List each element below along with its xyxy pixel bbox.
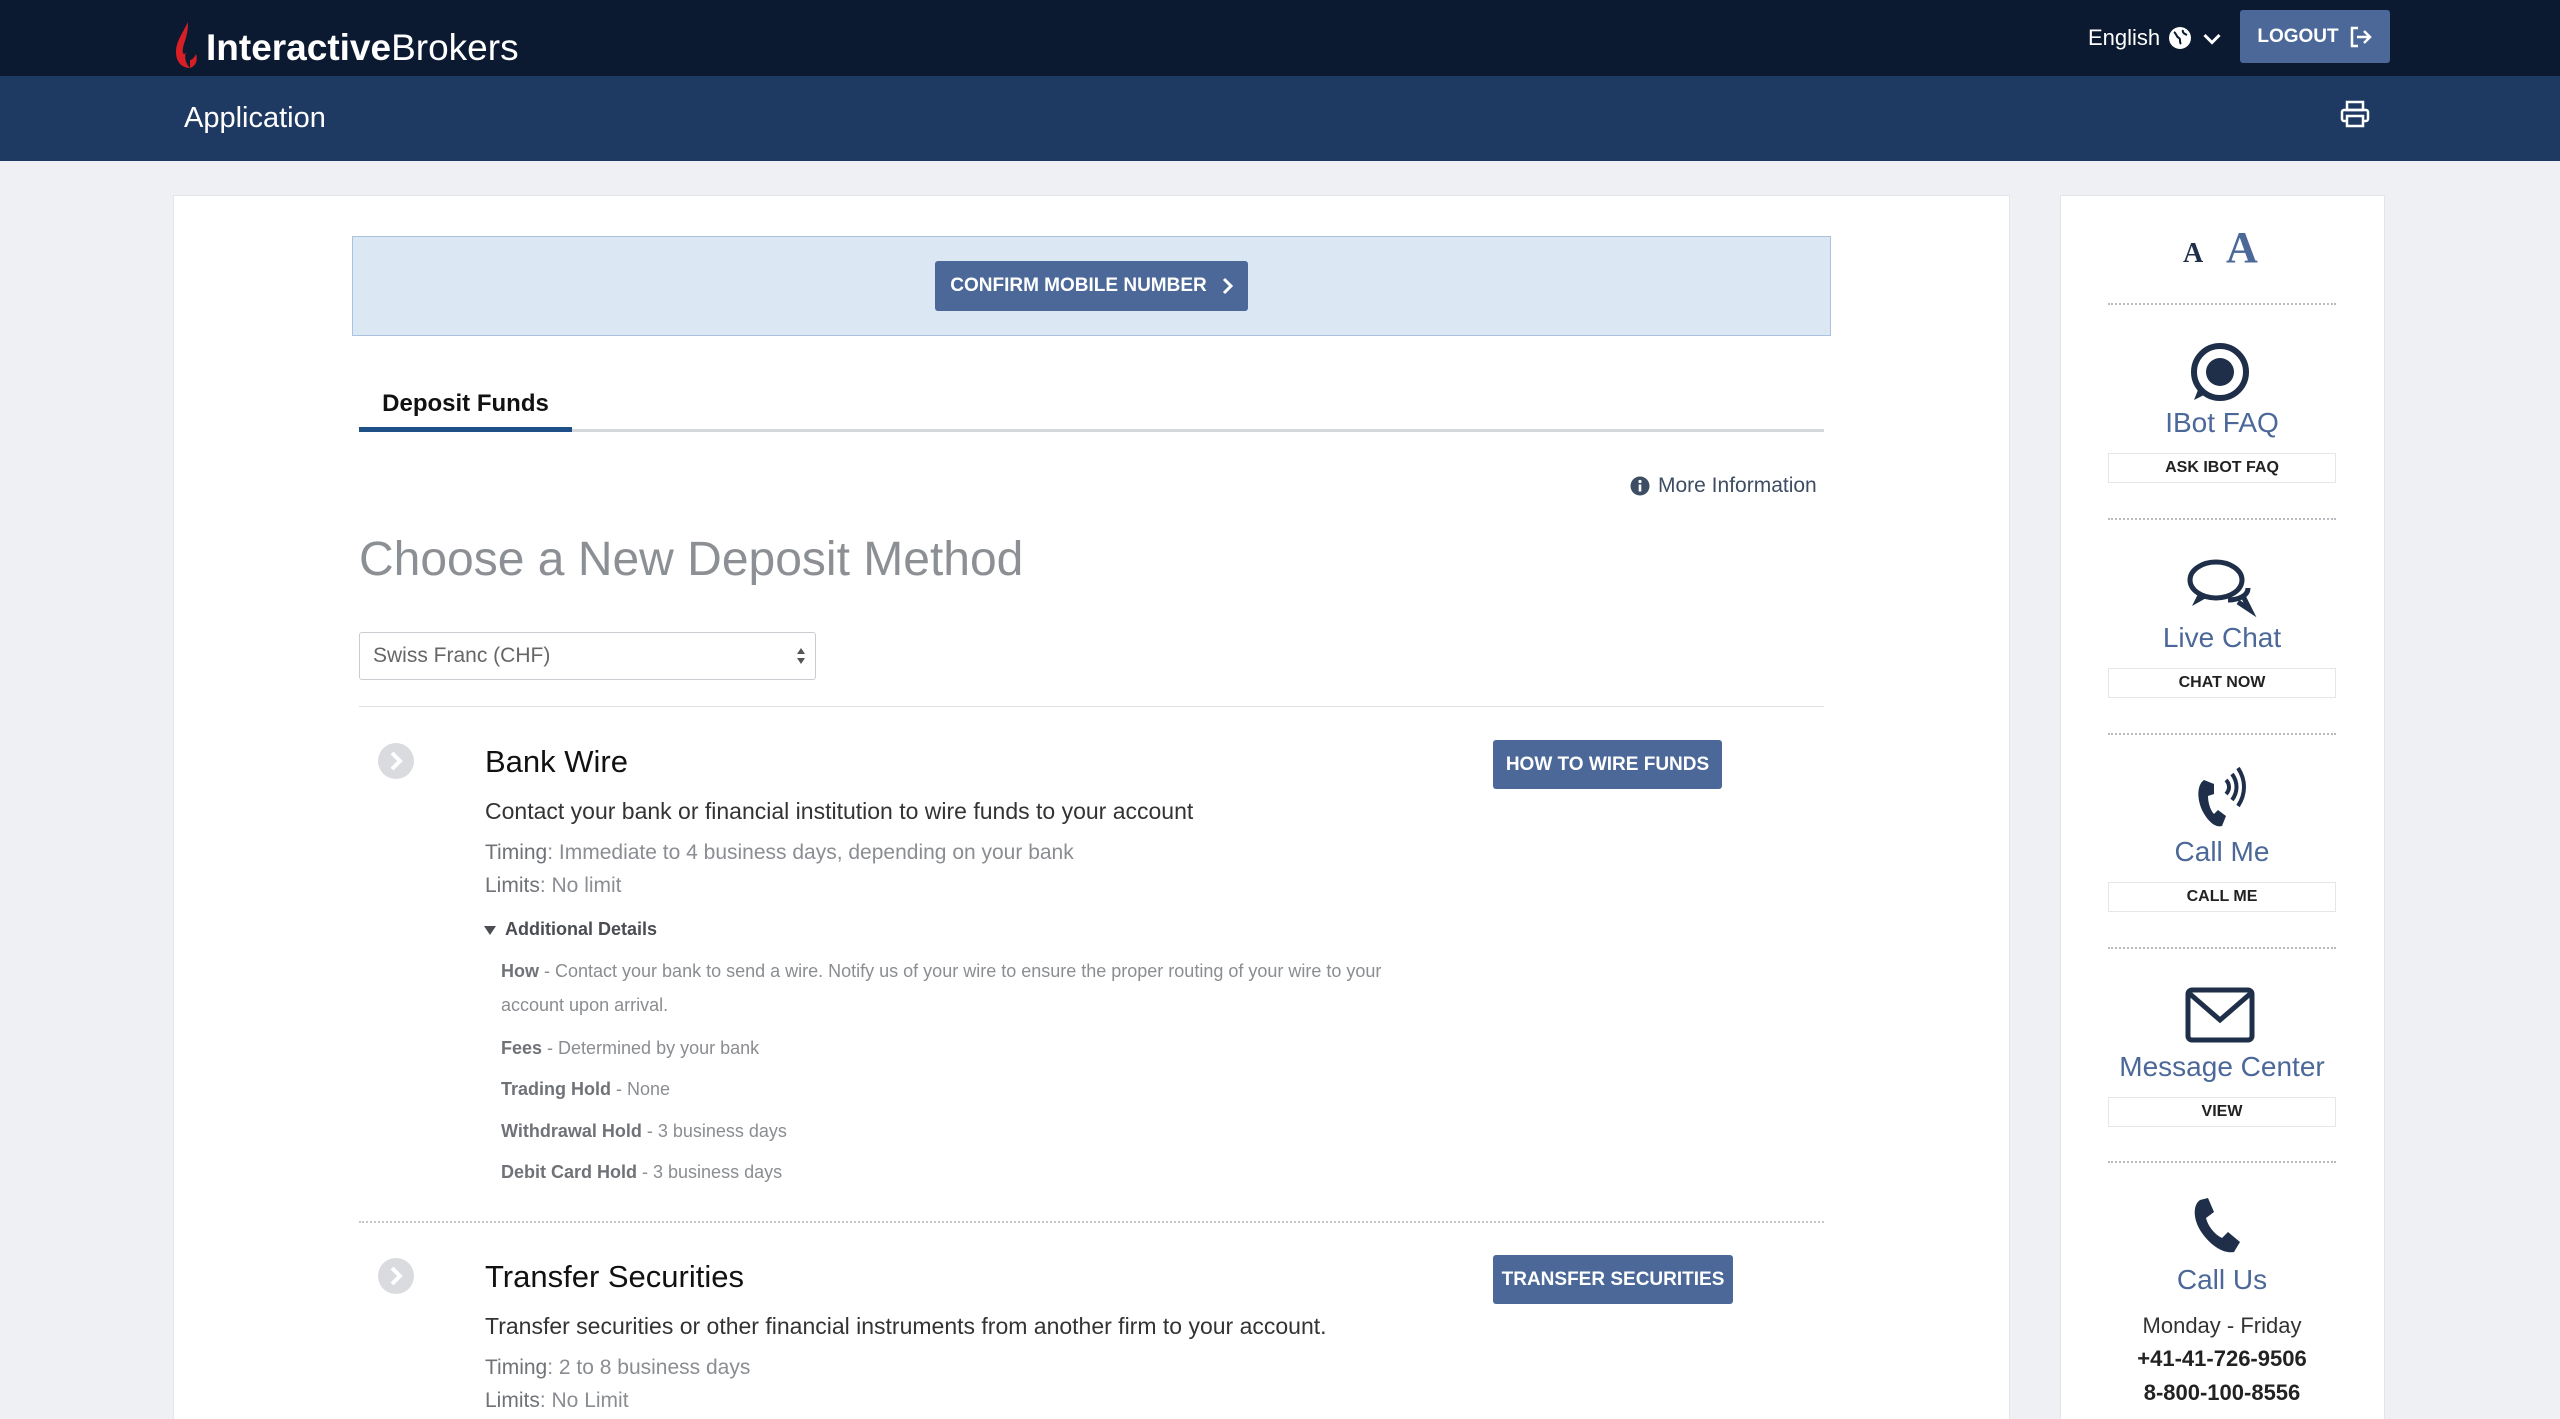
chat-icon bbox=[2187, 559, 2257, 618]
phone-number[interactable]: +41-41-726-9506 bbox=[2108, 1346, 2336, 1372]
caret-down-icon bbox=[484, 925, 496, 935]
method-divider bbox=[359, 1221, 1824, 1223]
method-title-bank-wire: Bank Wire bbox=[485, 744, 628, 779]
additional-details-label: Additional Details bbox=[505, 919, 658, 939]
how-to-wire-funds-button[interactable]: HOW TO WIRE FUNDS bbox=[1493, 740, 1722, 789]
currency-select[interactable]: Swiss Franc (CHF) bbox=[359, 632, 816, 680]
additional-details-toggle[interactable]: Additional Details bbox=[483, 919, 657, 940]
sidebar-divider bbox=[2108, 733, 2336, 735]
phone-number[interactable]: 8-800-100-8556 bbox=[2108, 1380, 2336, 1406]
logo-text: InteractiveBrokers bbox=[206, 27, 519, 68]
detail-fees: Fees - Determined by your bank bbox=[501, 1038, 760, 1058]
detail-withdrawal-hold: Withdrawal Hold - 3 business days bbox=[501, 1121, 787, 1141]
call-us-label: Call Us bbox=[2176, 1264, 2268, 1295]
application-header-bar: Application bbox=[0, 76, 2560, 161]
detail-how: How - Contact your bank to send a wire. … bbox=[501, 961, 1382, 1015]
language-selector[interactable]: English bbox=[2088, 22, 2224, 54]
detail-trading-hold: Trading Hold - None bbox=[501, 1079, 671, 1099]
ib-flame-icon bbox=[176, 22, 197, 68]
method-limits: Limits: No Limit bbox=[485, 1389, 629, 1412]
view-messages-button[interactable]: VIEW bbox=[2108, 1097, 2336, 1127]
section-divider bbox=[359, 706, 1824, 707]
envelope-icon bbox=[2185, 987, 2255, 1043]
globe-icon bbox=[2169, 27, 2192, 49]
chevron-down-icon bbox=[2203, 33, 2221, 45]
expand-circle-icon[interactable] bbox=[378, 1258, 414, 1294]
sidebar-divider bbox=[2108, 518, 2336, 520]
method-title-transfer-securities: Transfer Securities bbox=[485, 1259, 744, 1294]
logout-button[interactable]: LOGOUT bbox=[2240, 10, 2390, 63]
call-me-button[interactable]: CALL ME bbox=[2108, 882, 2336, 912]
method-description: Contact your bank or financial instituti… bbox=[485, 798, 1194, 824]
chat-now-button[interactable]: CHAT NOW bbox=[2108, 668, 2336, 698]
sidebar-divider bbox=[2108, 303, 2336, 305]
ibot-icon bbox=[2191, 343, 2249, 401]
info-icon bbox=[1630, 476, 1650, 496]
method-timing: Timing: 2 to 8 business days bbox=[485, 1356, 751, 1379]
more-information-link[interactable]: More Information bbox=[1630, 474, 1817, 498]
call-me-icon bbox=[2198, 766, 2246, 827]
transfer-securities-button[interactable]: TRANSFER SECURITIES bbox=[1493, 1255, 1733, 1304]
deposit-tabs: Deposit Funds bbox=[359, 384, 1824, 432]
font-size-small-button[interactable]: A bbox=[2183, 238, 2203, 270]
method-limits: Limits: No limit bbox=[485, 874, 622, 897]
page-title: Application bbox=[184, 102, 326, 134]
more-information-label: More Information bbox=[1658, 474, 1817, 497]
deposit-method-heading: Choose a New Deposit Method bbox=[359, 533, 1024, 586]
method-description: Transfer securities or other financial i… bbox=[485, 1313, 1327, 1339]
logout-icon bbox=[2350, 26, 2372, 47]
call-us-hours: Monday - Friday bbox=[2142, 1313, 2302, 1338]
logout-label: LOGOUT bbox=[2257, 25, 2339, 47]
call-me-label: Call Me bbox=[2174, 836, 2270, 867]
select-arrows-icon bbox=[797, 648, 805, 664]
tab-deposit-funds[interactable]: Deposit Funds bbox=[359, 384, 572, 432]
detail-debit-card-hold: Debit Card Hold - 3 business days bbox=[501, 1162, 783, 1182]
language-label: English bbox=[2088, 25, 2161, 50]
sidebar-divider bbox=[2108, 1161, 2336, 1163]
font-size-large-button[interactable]: A bbox=[2226, 222, 2258, 273]
print-icon[interactable] bbox=[2340, 100, 2370, 128]
sidebar-divider bbox=[2108, 947, 2336, 949]
ibot-faq-label: IBot FAQ bbox=[2165, 407, 2279, 438]
expand-circle-icon[interactable] bbox=[378, 743, 414, 779]
phone-icon bbox=[2194, 1198, 2240, 1253]
method-timing: Timing: Immediate to 4 business days, de… bbox=[485, 841, 1074, 864]
confirm-mobile-label: CONFIRM MOBILE NUMBER bbox=[950, 275, 1207, 296]
chevron-right-icon bbox=[1222, 277, 1233, 295]
live-chat-label: Live Chat bbox=[2162, 622, 2282, 653]
ask-ibot-faq-button[interactable]: ASK IBOT FAQ bbox=[2108, 453, 2336, 483]
currency-select-value: Swiss Franc (CHF) bbox=[373, 644, 551, 667]
confirm-mobile-number-button[interactable]: CONFIRM MOBILE NUMBER bbox=[935, 261, 1248, 311]
interactive-brokers-logo[interactable]: InteractiveBrokers bbox=[172, 14, 519, 70]
message-center-label: Message Center bbox=[2119, 1051, 2325, 1082]
